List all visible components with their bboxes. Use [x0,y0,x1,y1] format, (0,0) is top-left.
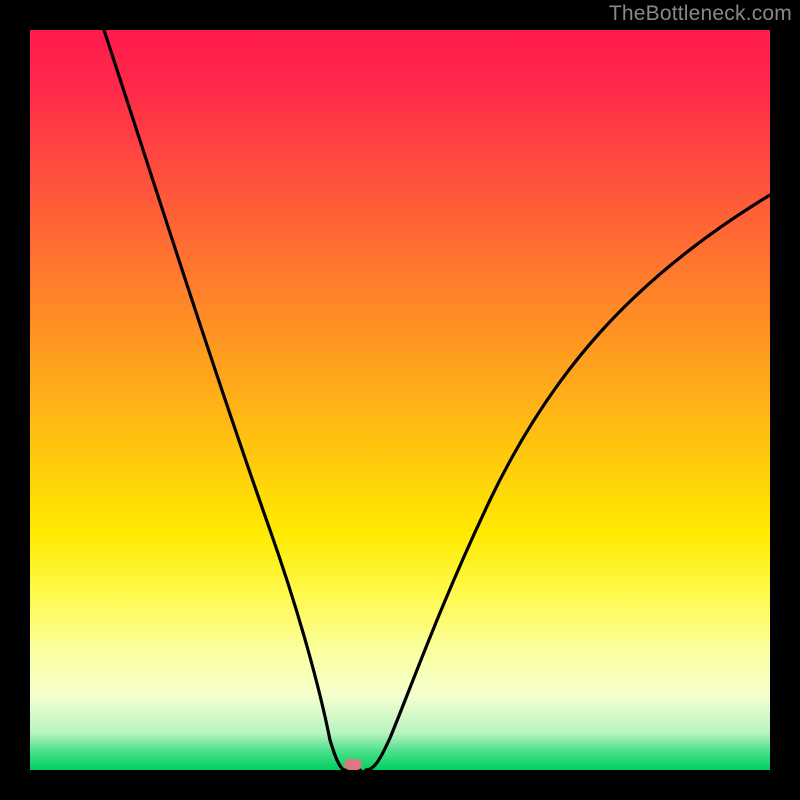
plot-area [30,30,770,770]
curve-right-branch [366,195,770,770]
bottleneck-curve [30,30,770,770]
optimum-marker [344,759,362,770]
watermark-text: TheBottleneck.com [609,2,792,26]
chart-frame: TheBottleneck.com [0,0,800,800]
curve-left-branch [104,30,360,770]
